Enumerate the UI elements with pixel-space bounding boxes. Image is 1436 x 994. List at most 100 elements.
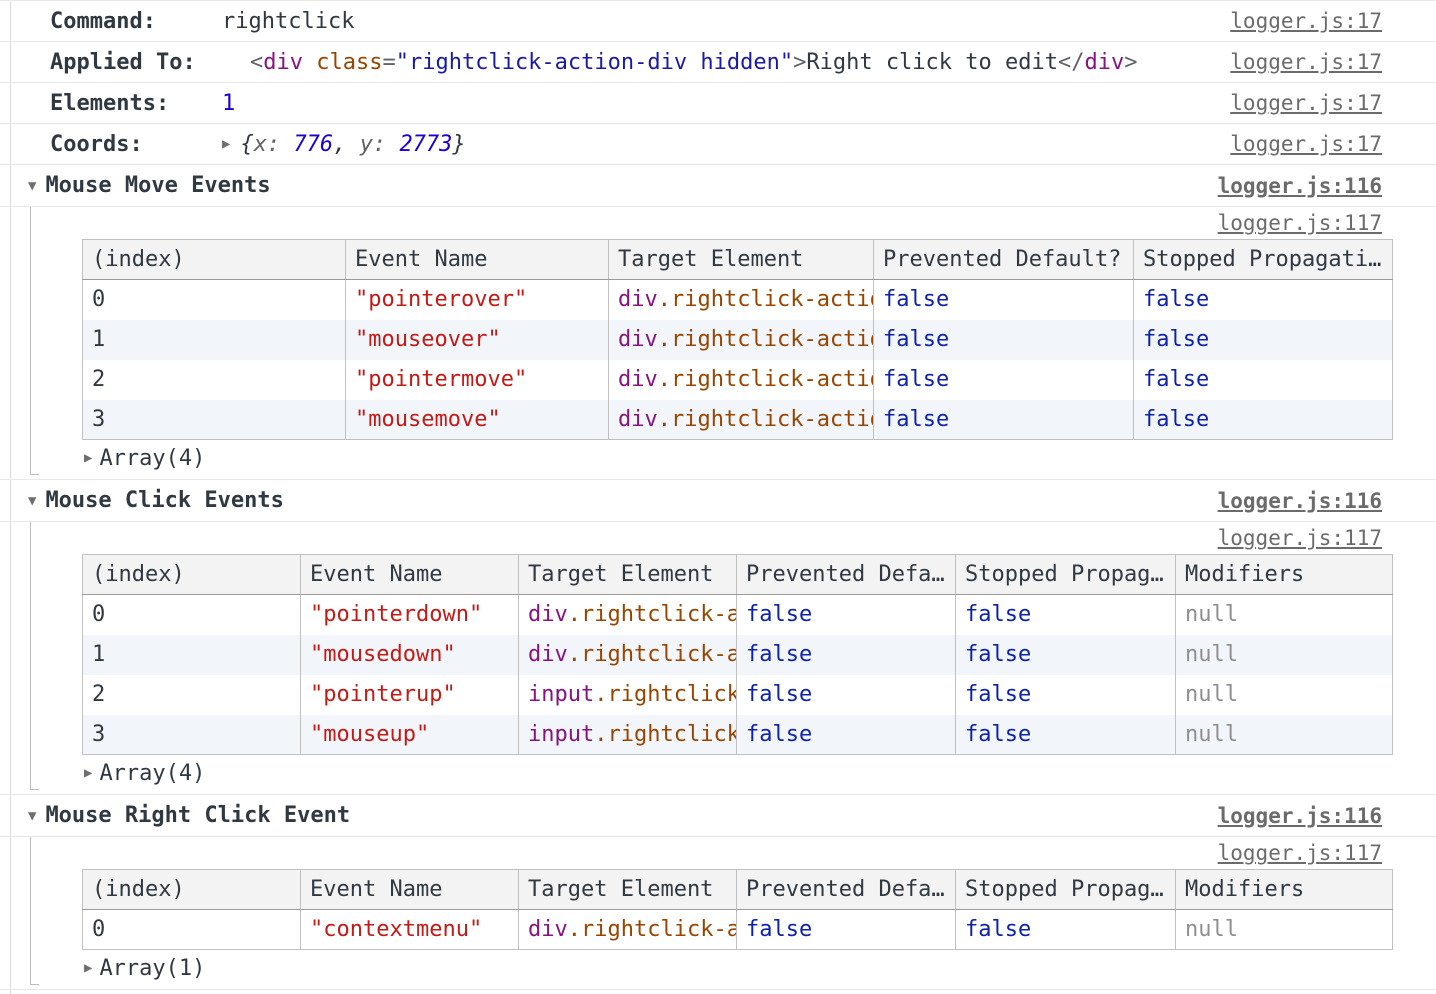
console-message-applied-to: Applied To: <div class="rightclick-actio…: [0, 42, 1436, 83]
console-table-container: (index)Event NameTarget ElementPrevented…: [82, 554, 1436, 755]
column-header[interactable]: Event Name: [301, 555, 519, 595]
source-link[interactable]: logger.js:117: [1218, 211, 1382, 235]
cell-stopped-propagation: false: [1134, 360, 1393, 400]
console-table-container: (index)Event NameTarget ElementPrevented…: [82, 869, 1436, 950]
html-element-preview[interactable]: <div class="rightclick-action-div hidden…: [250, 42, 1138, 83]
command-label: Command:: [50, 1, 222, 42]
source-link[interactable]: logger.js:17: [1230, 1, 1382, 42]
angle-bracket: >: [793, 50, 806, 75]
cell-stopped-propagation: false: [956, 675, 1176, 715]
column-header[interactable]: Modifiers: [1176, 870, 1393, 910]
column-header[interactable]: Target Element: [609, 240, 874, 280]
table-header-row: (index)Event NameTarget ElementPrevented…: [83, 240, 1393, 280]
cell-modifiers: null: [1176, 675, 1393, 715]
coords-label: Coords:: [50, 124, 222, 165]
table-row: 0"contextmenu"div.rightclick-actionfalse…: [83, 910, 1393, 950]
source-link[interactable]: logger.js:117: [1218, 841, 1382, 865]
column-header[interactable]: Event Name: [346, 240, 609, 280]
cell-index: 2: [83, 360, 346, 400]
object-preview[interactable]: {x: 776, y: 2773}: [240, 124, 465, 165]
array-expander[interactable]: ▶ Array(1): [0, 950, 1436, 986]
cell-event-name: "pointerup": [301, 675, 519, 715]
column-header[interactable]: Prevented Defa…: [737, 870, 956, 910]
source-link[interactable]: logger.js:17: [1230, 42, 1382, 83]
elements-count: 1: [222, 83, 235, 124]
cell-stopped-propagation: false: [956, 635, 1176, 675]
cell-index: 3: [83, 400, 346, 440]
cell-prevented-default: false: [737, 635, 956, 675]
tag-name: div: [263, 50, 303, 75]
cell-index: 3: [83, 715, 301, 755]
command-value: rightclick: [222, 1, 354, 42]
cell-target-element: div.rightclick-action: [519, 635, 737, 675]
expand-triangle-icon[interactable]: ▶: [84, 450, 92, 466]
cell-modifiers: null: [1176, 635, 1393, 675]
group-indent-guide: [30, 207, 39, 475]
source-link[interactable]: logger.js:117: [1218, 526, 1382, 550]
cell-prevented-default: false: [874, 360, 1134, 400]
group-indent-guide: [30, 522, 39, 790]
attribute-value: "rightclick-action-div hidden": [396, 50, 793, 75]
cell-prevented-default: false: [737, 715, 956, 755]
column-header[interactable]: Prevented Defa…: [737, 555, 956, 595]
table-row: 1"mouseover"div.rightclick-action-divfal…: [83, 320, 1393, 360]
collapse-triangle-icon[interactable]: ▼: [28, 178, 36, 194]
console-message-coords: Coords: ▶ {x: 776, y: 2773} logger.js:17: [0, 124, 1436, 165]
source-link[interactable]: logger.js:116: [1218, 174, 1382, 198]
table-message-row: logger.js:117: [0, 207, 1436, 239]
cell-index: 2: [83, 675, 301, 715]
array-expander[interactable]: ▶ Array(4): [0, 440, 1436, 476]
column-header[interactable]: Stopped Propagati…: [1134, 240, 1393, 280]
equals-sign: =: [382, 50, 395, 75]
attribute-name: class: [316, 50, 382, 75]
source-link[interactable]: logger.js:17: [1230, 124, 1382, 165]
angle-bracket: <: [250, 50, 263, 75]
column-header[interactable]: Event Name: [301, 870, 519, 910]
column-header[interactable]: Stopped Propag…: [956, 555, 1176, 595]
cell-target-element: div.rightclick-action-div: [609, 400, 874, 440]
column-header[interactable]: Modifiers: [1176, 555, 1393, 595]
column-header[interactable]: (index): [83, 240, 346, 280]
cell-stopped-propagation: false: [1134, 400, 1393, 440]
array-label: Array(4): [99, 761, 205, 786]
group-header-mouse-move-events[interactable]: ▼ Mouse Move Events logger.js:116: [0, 165, 1436, 207]
group-title: Mouse Move Events: [45, 173, 270, 198]
element-inner-text: Right click to edit: [806, 50, 1058, 75]
cell-modifiers: null: [1176, 595, 1393, 635]
source-link[interactable]: logger.js:116: [1218, 489, 1382, 513]
expand-triangle-icon[interactable]: ▶: [84, 960, 92, 976]
collapse-triangle-icon[interactable]: ▼: [28, 808, 36, 824]
source-link[interactable]: logger.js:17: [1230, 83, 1382, 124]
table-row: 0"pointerdown"div.rightclick-actionfalse…: [83, 595, 1393, 635]
column-header[interactable]: (index): [83, 870, 301, 910]
column-header[interactable]: (index): [83, 555, 301, 595]
group-header-mouse-right-click-event[interactable]: ▼ Mouse Right Click Event logger.js:116: [0, 795, 1436, 837]
cell-prevented-default: false: [874, 280, 1134, 320]
table-header-row: (index)Event NameTarget ElementPrevented…: [83, 555, 1393, 595]
column-header[interactable]: Prevented Default?: [874, 240, 1134, 280]
expand-triangle-icon[interactable]: ▶: [222, 124, 230, 165]
table-row: 0"pointerover"div.rightclick-action-divf…: [83, 280, 1393, 320]
expand-triangle-icon[interactable]: ▶: [84, 765, 92, 781]
array-expander[interactable]: ▶ Array(4): [0, 755, 1436, 791]
console-table: (index)Event NameTarget ElementPrevented…: [82, 239, 1393, 440]
column-header[interactable]: Target Element: [519, 555, 737, 595]
column-header[interactable]: Target Element: [519, 870, 737, 910]
cell-target-element: div.rightclick-action-div: [609, 320, 874, 360]
elements-label: Elements:: [50, 83, 222, 124]
source-link[interactable]: logger.js:116: [1218, 804, 1382, 828]
group-header-mouse-click-events[interactable]: ▼ Mouse Click Events logger.js:116: [0, 480, 1436, 522]
column-header[interactable]: Stopped Propag…: [956, 870, 1176, 910]
table-header-row: (index)Event NameTarget ElementPrevented…: [83, 870, 1393, 910]
table-row: 2"pointerup"input.rightclick-action false…: [83, 675, 1393, 715]
table-row: 3"mousemove"div.rightclick-action-div fal…: [83, 400, 1393, 440]
collapse-triangle-icon[interactable]: ▼: [28, 493, 36, 509]
cell-target-element: input.rightclick-action: [519, 675, 737, 715]
cell-index: 0: [83, 595, 301, 635]
cell-event-name: "mousemove": [346, 400, 609, 440]
cell-index: 0: [83, 280, 346, 320]
cell-target-element: input.rightclick-action: [519, 715, 737, 755]
cell-target-element: div.rightclick-action-div: [609, 280, 874, 320]
closing-tag-name: div: [1085, 50, 1125, 75]
cell-index: 1: [83, 320, 346, 360]
